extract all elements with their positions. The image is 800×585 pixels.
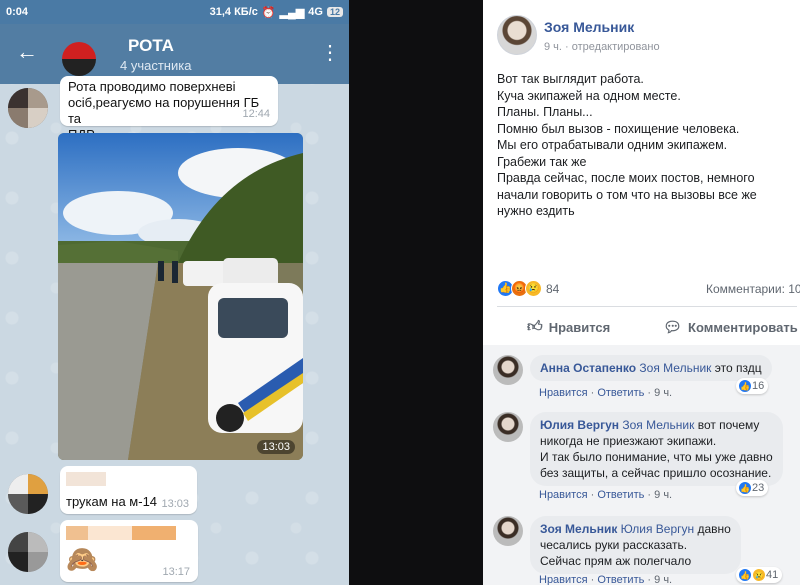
post-line: Помню был вызов - похищение человека. — [497, 121, 740, 136]
post-text: Вот так выглядит работа. Куча экипажей н… — [497, 71, 797, 220]
post-line: Вот так выглядит работа. — [497, 72, 644, 86]
more-vertical-icon[interactable]: ⋮ — [320, 40, 340, 65]
message-time: 12:44 — [242, 108, 270, 120]
message-line: Рота проводимо поверхневі — [68, 79, 236, 94]
message-line: осіб,реагуємо на порушення ГБ та — [68, 95, 260, 126]
message-time: 13:03 — [257, 440, 295, 454]
road-police-photo — [58, 133, 303, 460]
facebook-post: Зоя Мельник 9 ч. · отредактировано Вот т… — [483, 0, 800, 585]
pixelated-sender-name — [66, 472, 106, 486]
sad-reaction-icon: 😢 — [525, 280, 542, 297]
comment-text: это пздц — [714, 361, 762, 375]
sender-avatar[interactable] — [8, 88, 48, 128]
comment-text: вот почему — [697, 418, 760, 432]
reactions-summary[interactable]: 👍 😡 😢 84 — [497, 280, 559, 297]
arrow-left-icon[interactable]: ← — [16, 41, 38, 63]
comment-time[interactable]: 9 ч. — [654, 387, 672, 399]
comment-reaction-count: 41 — [766, 569, 779, 581]
status-bar: 0:04 31,4 КБ/с ⏰ ▂▄▆ 4G 12 — [0, 0, 349, 24]
message-bubble[interactable]: трукам на м-14 13:03 — [60, 466, 197, 514]
reactions-count: 84 — [546, 281, 560, 296]
post-line: Правда сейчас, после моих постов, немног… — [497, 171, 755, 185]
comment-mention[interactable]: Зоя Мельник — [639, 361, 711, 375]
comment-text: без защиты, а сейчас пришло осознание. — [540, 466, 772, 480]
comment-reaction-count: 16 — [752, 380, 765, 392]
chat-subtitle: 4 участника — [120, 58, 192, 73]
message-bubble[interactable]: Рота проводимо поверхневі осіб,реагуємо … — [60, 76, 278, 142]
comment-reply-link[interactable]: Ответить — [597, 387, 644, 399]
post-line: Грабежи так же — [497, 154, 587, 169]
chat-title[interactable]: РОТА — [128, 36, 174, 56]
comment-reaction-count: 23 — [752, 482, 765, 494]
comment-like-link[interactable]: Нравится — [539, 574, 588, 585]
pixelated-sender-name — [66, 526, 176, 540]
comment-like-link[interactable]: Нравится — [539, 387, 588, 399]
battery-level: 12 — [326, 7, 343, 17]
message-time: 13:17 — [162, 566, 190, 578]
comment-actions: Нравится · Ответить · 9 ч. — [539, 387, 673, 399]
message-text: трукам на м-14 — [66, 494, 158, 509]
comment-reply-link[interactable]: Ответить — [597, 574, 644, 585]
comment-bubble: Анна Остапенко Зоя Мельник это пздц — [530, 355, 772, 381]
comment-bubble: Зоя Мельник Юлия Вергун давно чесались р… — [530, 516, 741, 574]
like-button-label: Нравится — [548, 319, 611, 335]
post-line: Мы его отрабатывали одним экипажем. — [497, 138, 728, 152]
like-reaction-icon: 👍 — [738, 379, 752, 393]
message-photo[interactable]: 13:03 — [58, 133, 303, 460]
sender-avatar[interactable] — [8, 474, 48, 514]
post-line: Планы. Планы... — [497, 105, 593, 119]
comment-actions: Нравится · Ответить · 9 ч. — [539, 489, 673, 501]
signal-icon: ▂▄▆ — [279, 6, 305, 19]
post-line: нужно ездить — [497, 204, 575, 218]
commenter-name[interactable]: Зоя Мельник — [540, 522, 617, 536]
comment-reply-link[interactable]: Ответить — [597, 489, 644, 501]
like-reaction-icon: 👍 — [738, 568, 752, 582]
post-line: Куча экипажей на одном месте. — [497, 88, 681, 103]
comment-reactions[interactable]: 👍 23 — [736, 480, 769, 496]
comment-text: давно — [697, 522, 731, 536]
comment-time[interactable]: 9 ч. — [654, 574, 672, 585]
comment-button[interactable]: 💬︎ Комментировать — [663, 318, 798, 336]
like-reaction-icon: 👍 — [738, 481, 752, 495]
comment-like-link[interactable]: Нравится — [539, 489, 588, 501]
comment-text: чесались руки рассказать. — [540, 538, 688, 552]
divider — [497, 306, 797, 307]
message-time: 13:03 — [161, 498, 189, 510]
network-speed: 31,4 КБ/с — [209, 6, 258, 18]
comment-text: никогда не приезжают экипажи. — [540, 434, 717, 448]
comment-text: И так было понимание, что мы уже давно — [540, 450, 773, 464]
comment-mention[interactable]: Зоя Мельник — [622, 418, 694, 432]
post-line: начали говорить о том что на вызовы все … — [497, 187, 757, 202]
message-bubble[interactable]: 🙈 13:17 — [60, 520, 198, 582]
comment-button-label: Комментировать — [688, 319, 798, 335]
telegram-screenshot: 0:04 31,4 КБ/с ⏰ ▂▄▆ 4G 12 ← РОТА 4 учас… — [0, 0, 349, 585]
post-author[interactable]: Зоя Мельник — [544, 19, 634, 35]
commenter-avatar[interactable] — [493, 516, 523, 546]
monkey-emoji-icon: 🙈 — [66, 544, 99, 574]
thumbs-up-icon: 👍︎ — [527, 318, 543, 335]
comment-time[interactable]: 9 ч. — [654, 489, 672, 501]
commenter-avatar[interactable] — [493, 355, 523, 385]
author-avatar[interactable] — [497, 15, 537, 55]
comment-mention[interactable]: Юлия Вергун — [621, 522, 694, 536]
alarm-icon: ⏰ — [261, 6, 276, 19]
commenter-name[interactable]: Анна Остапенко — [540, 361, 636, 375]
network-type: 4G — [308, 6, 323, 18]
sender-avatar[interactable] — [8, 532, 48, 572]
comment-actions: Нравится · Ответить · 9 ч. — [539, 574, 673, 585]
comment-bubble: Юлия Вергун Зоя Мельник вот почему никог… — [530, 412, 783, 486]
group-avatar[interactable] — [62, 42, 96, 76]
commenter-name[interactable]: Юлия Вергун — [540, 418, 619, 432]
sad-reaction-icon: 😢 — [752, 568, 766, 582]
comment-icon: 💬︎ — [663, 319, 683, 336]
status-time: 0:04 — [6, 6, 29, 18]
comment-reactions[interactable]: 👍 😢 41 — [736, 567, 783, 583]
comment-reactions[interactable]: 👍 16 — [736, 378, 769, 394]
post-meta[interactable]: 9 ч. · отредактировано — [544, 41, 660, 53]
commenter-avatar[interactable] — [493, 412, 523, 442]
comments-count[interactable]: Комментарии: 10 — [706, 282, 800, 296]
comment-text: Сейчас прям аж полегчало — [540, 554, 692, 568]
chat-header: ← РОТА 4 участника ⋮ — [0, 24, 349, 84]
like-button[interactable]: 👍︎ Нравится — [527, 318, 610, 336]
